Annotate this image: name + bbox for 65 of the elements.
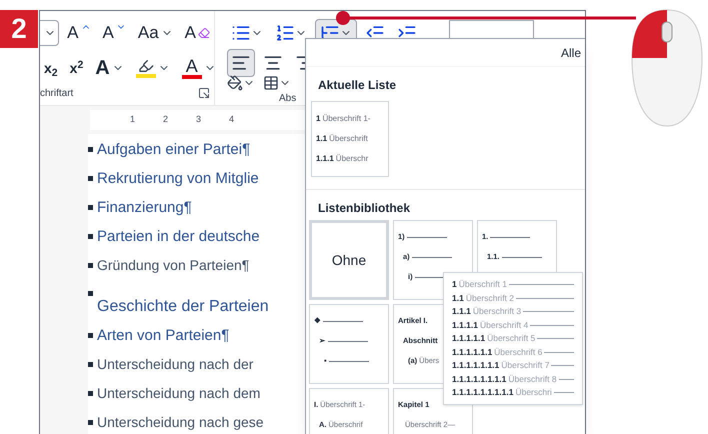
borders-icon <box>263 75 279 91</box>
step-badge: 2 <box>0 10 38 48</box>
subscript-button[interactable]: x$_{2}$ <box>40 56 62 80</box>
list-number: 1.1.1 <box>316 153 334 165</box>
document-heading: Unterscheidung nach der <box>97 355 254 374</box>
heading-label: Überschrift <box>329 133 368 145</box>
heading-label: Überschrift 6 <box>494 346 542 358</box>
ruler-number: 2 <box>163 113 168 126</box>
text-effects-button[interactable]: A <box>91 56 128 80</box>
change-case-button[interactable]: Aa <box>134 19 177 47</box>
bullet-icon <box>88 333 93 338</box>
eraser-icon <box>198 27 210 39</box>
bullet-icon <box>88 263 93 268</box>
document-heading: Unterscheidung nach gese <box>97 413 264 432</box>
bullet-icon <box>88 205 93 210</box>
document-heading: Geschichte der Parteien <box>97 297 269 317</box>
section-title: Aktuelle Liste <box>317 77 398 93</box>
group-label: Abs <box>279 92 296 106</box>
shading-button[interactable] <box>227 75 255 91</box>
bullet-icon <box>88 362 93 367</box>
bullet-icon <box>88 420 93 425</box>
grow-font-button[interactable]: A <box>63 19 95 47</box>
superscript-button[interactable]: x$^{2}$ <box>66 56 88 80</box>
bullet-icon <box>88 147 93 152</box>
heading-label: Überschrift 7 <box>501 359 550 372</box>
document-heading: Arten von Parteien¶ <box>97 326 230 346</box>
bullet-icon <box>88 391 93 396</box>
ruler-number: 3 <box>196 113 202 126</box>
highlighter-icon <box>136 58 156 78</box>
bullet-icon <box>88 234 93 239</box>
document-heading: Aufgaben einer Partei¶ <box>97 140 250 160</box>
clear-formatting-button[interactable]: A <box>180 19 214 47</box>
borders-button[interactable] <box>263 75 291 91</box>
font-color-button[interactable]: A <box>178 56 220 80</box>
document-heading: Finanzierung¶ <box>97 198 192 218</box>
list-number: 1 <box>316 113 320 125</box>
document-heading: Gründung von Parteien¶ <box>97 256 250 275</box>
heading-label: Überschrift 3 <box>472 305 522 318</box>
section-title: Listenbibliothek <box>317 200 412 216</box>
list-style-tile[interactable]: Ohne <box>309 220 389 300</box>
heading-label: Überschrift 4 <box>480 318 528 332</box>
bullet-icon <box>88 176 93 181</box>
heading-label: Überschrift 1- <box>322 113 370 125</box>
paint-bucket-icon <box>227 75 243 91</box>
numbering-icon <box>275 23 295 43</box>
list-number: 1.1.1 <box>452 305 471 318</box>
document-heading: Unterscheidung nach dem <box>97 384 260 403</box>
dialog-launcher-icon[interactable] <box>198 87 210 99</box>
list-number: 1 <box>452 278 457 291</box>
bullet-icon <box>88 291 93 296</box>
ruler-number: 4 <box>229 113 234 126</box>
align-left-button[interactable] <box>227 49 255 77</box>
document-heading: Rekrutierung von Mitglie <box>97 169 259 189</box>
list-number: 1.1 <box>316 133 328 145</box>
heading-label: Überschrift 5 <box>487 332 536 345</box>
filter-label[interactable]: Alle <box>560 44 581 62</box>
font-size-field[interactable] <box>40 20 60 46</box>
heading-label: Überschri <box>515 386 552 399</box>
heading-label: Überschr <box>336 153 368 165</box>
group-label: chriftart <box>40 86 74 100</box>
shrink-font-button[interactable]: A <box>98 19 130 47</box>
document-heading: Parteien in der deutsche <box>97 227 260 247</box>
ruler-number: 1 <box>130 113 136 126</box>
heading-label: Überschrift 8 <box>508 372 557 386</box>
current-list-tile[interactable]: 1 Überschrift 1- 1.1 Überschrift 1.1.1 Überschr <box>311 101 389 177</box>
